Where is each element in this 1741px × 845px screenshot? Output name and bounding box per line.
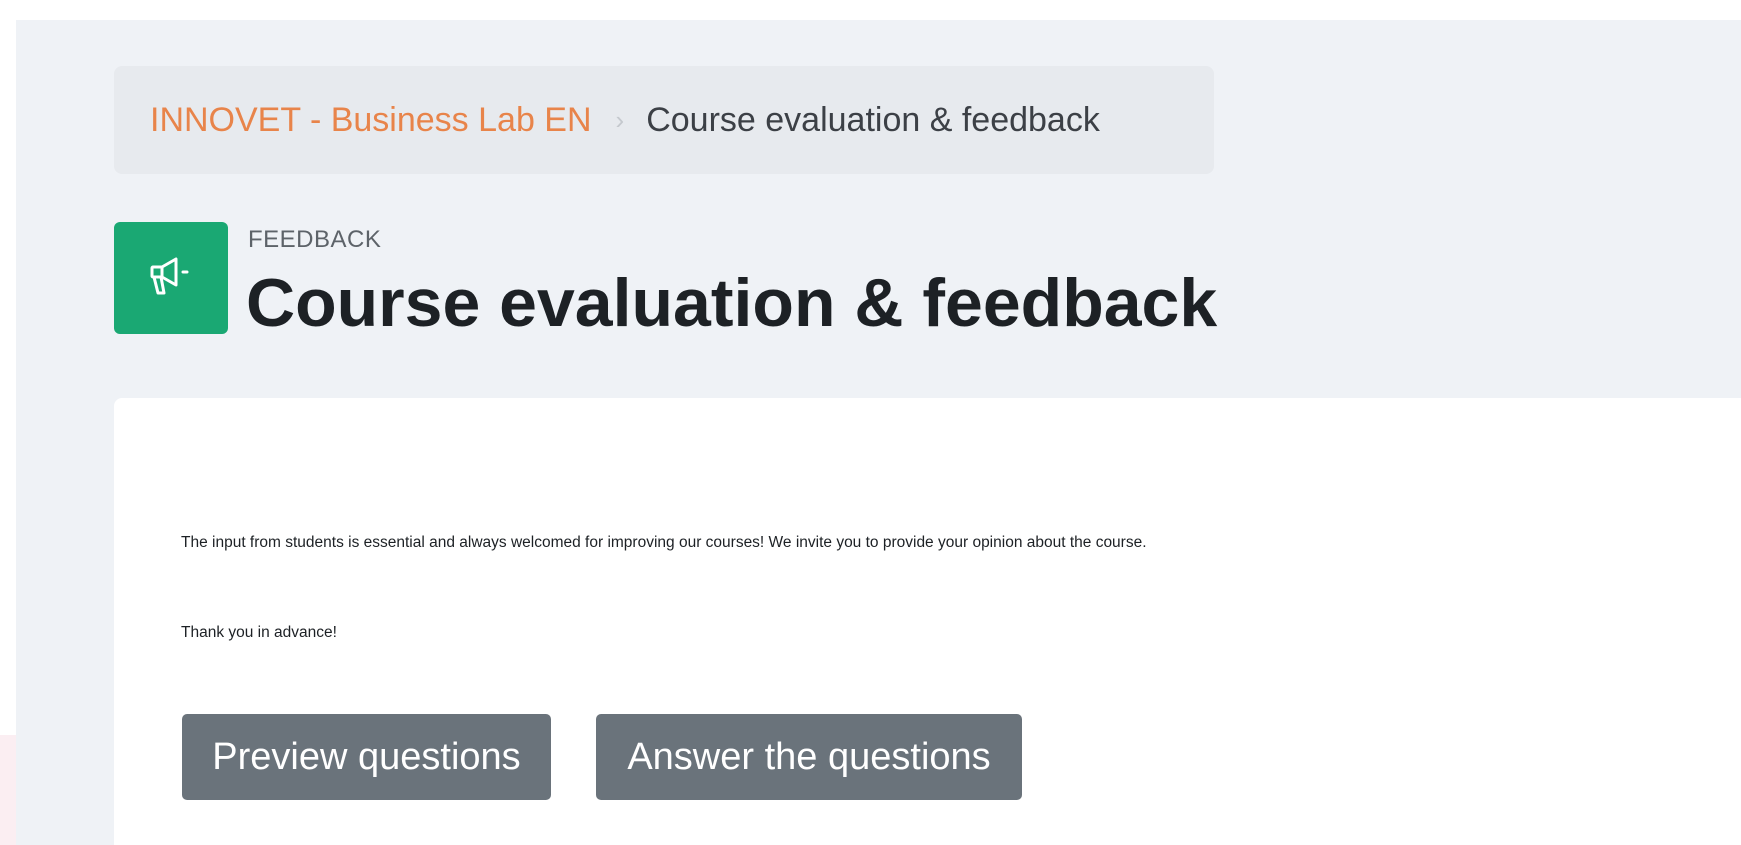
breadcrumb: INNOVET - Business Lab EN › Course evalu… — [114, 66, 1214, 174]
thanks-text: Thank you in advance! — [181, 624, 337, 641]
intro-text: The input from students is essential and… — [181, 534, 1147, 551]
preview-questions-button[interactable]: Preview questions — [182, 714, 551, 800]
answer-questions-button[interactable]: Answer the questions — [596, 714, 1022, 800]
left-edge-accent — [0, 735, 16, 845]
breadcrumb-current: Course evaluation & feedback — [646, 100, 1100, 139]
module-type-label: FEEDBACK — [248, 226, 382, 253]
megaphone-icon — [114, 222, 228, 334]
content-card: The input from students is essential and… — [114, 398, 1741, 845]
breadcrumb-separator-icon: › — [615, 104, 625, 135]
left-edge — [0, 0, 16, 845]
page-title: Course evaluation & feedback — [246, 265, 1218, 341]
breadcrumb-course-link[interactable]: INNOVET - Business Lab EN — [150, 101, 592, 140]
